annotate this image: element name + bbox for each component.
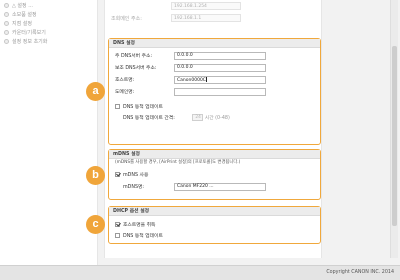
host-name-input[interactable]: Canon0000C	[174, 75, 266, 84]
sidebar: △ 설정 ... 소모품 설정 지점 설정 카운터/기록보기 설정 정보 초기화	[0, 0, 98, 265]
sidebar-item-counter[interactable]: 카운터/기록보기	[0, 28, 97, 37]
app-frame: △ 설정 ... 소모품 설정 지점 설정 카운터/기록보기 설정 정보 초기화…	[0, 0, 400, 280]
dhcp-hostname-row: 호스트명을 취득	[109, 219, 320, 230]
mdns-use-checkbox[interactable]	[115, 172, 120, 177]
top-row-1-input[interactable]: 192.168.1.254	[171, 2, 241, 10]
dhcp-section-title: DHCP 옵션 설정	[109, 207, 320, 216]
mdns-settings-section: mDNS 설정 (mDNS를 사용할 경우, [AirPrint 설정]의 [프…	[108, 149, 321, 200]
menu-bullet-icon	[4, 3, 9, 8]
top-row-1: 192.168.1.254	[111, 0, 321, 12]
secondary-dns-input[interactable]: 0.0.0.0	[174, 63, 266, 72]
dns-update-interval-row: DNS 동적 업데이트 간격: 24 시간 (0-48)	[123, 114, 230, 121]
menu-bullet-icon	[4, 39, 9, 44]
primary-dns-row: 주 DNS서버 주소: 0.0.0.0	[109, 50, 320, 61]
dns-dynamic-update-row: DNS 동적 업데이트	[109, 101, 320, 112]
callout-badge-c: c	[86, 215, 105, 234]
mdns-name-input[interactable]: Canon MF220 ...	[174, 182, 266, 191]
mdns-section-title: mDNS 설정	[109, 150, 320, 159]
host-name-row: 호스트명: Canon0000C	[109, 74, 320, 85]
settings-panel: 192.168.1.254 조회메인 주소: 192.168.1.1 DNS 설…	[104, 0, 322, 258]
menu-bullet-icon	[4, 12, 9, 17]
dhcp-hostname-checkbox[interactable]	[115, 222, 120, 227]
top-row-2: 조회메인 주소: 192.168.1.1	[111, 12, 321, 24]
domain-name-row: 도메인명:	[109, 86, 320, 97]
callout-badge-b: b	[86, 166, 105, 185]
top-row-2-input[interactable]: 192.168.1.1	[171, 14, 241, 22]
primary-dns-input[interactable]: 0.0.0.0	[174, 51, 266, 60]
footer: Copyright CANON INC. 2014	[0, 265, 400, 280]
text-cursor	[206, 76, 208, 82]
sidebar-item-consumables[interactable]: 소모품 설정	[0, 10, 97, 19]
menu-bullet-icon	[4, 30, 9, 35]
vertical-scrollbar[interactable]	[390, 0, 398, 258]
callout-badge-a: a	[86, 82, 105, 101]
scrollbar-thumb[interactable]	[392, 46, 397, 226]
dns-settings-section: DNS 설정 주 DNS서버 주소: 0.0.0.0 보조 DNS서버 주소: …	[108, 38, 321, 145]
copyright-text: Copyright CANON INC. 2014	[326, 270, 394, 275]
secondary-dns-row: 보조 DNS서버 주소: 0.0.0.0	[109, 62, 320, 73]
menu-bullet-icon	[4, 21, 9, 26]
dns-update-interval-input[interactable]: 24	[191, 114, 203, 121]
dhcp-dns-update-checkbox[interactable]	[115, 233, 120, 238]
dns-dynamic-update-checkbox[interactable]	[115, 104, 120, 109]
mdns-name-row: mDNS명: Canon MF220 ...	[109, 181, 320, 192]
sidebar-item-management[interactable]: 지점 설정	[0, 19, 97, 28]
domain-name-input[interactable]	[174, 87, 266, 96]
mdns-use-row: mDNS 사용	[109, 169, 320, 180]
sidebar-item-reset[interactable]: 설정 정보 초기화	[0, 37, 97, 46]
dhcp-options-section: DHCP 옵션 설정 호스트명을 취득 DNS 동적 업데이트	[108, 206, 321, 244]
top-settings: 192.168.1.254 조회메인 주소: 192.168.1.1	[111, 0, 321, 24]
mdns-note: (mDNS를 사용할 경우, [AirPrint 설정]의 [프로토콜]도 변경…	[115, 160, 241, 165]
dhcp-dns-update-row: DNS 동적 업데이트	[109, 230, 320, 241]
sidebar-item-top[interactable]: △ 설정 ...	[0, 1, 97, 10]
dns-section-title: DNS 설정	[109, 39, 320, 48]
